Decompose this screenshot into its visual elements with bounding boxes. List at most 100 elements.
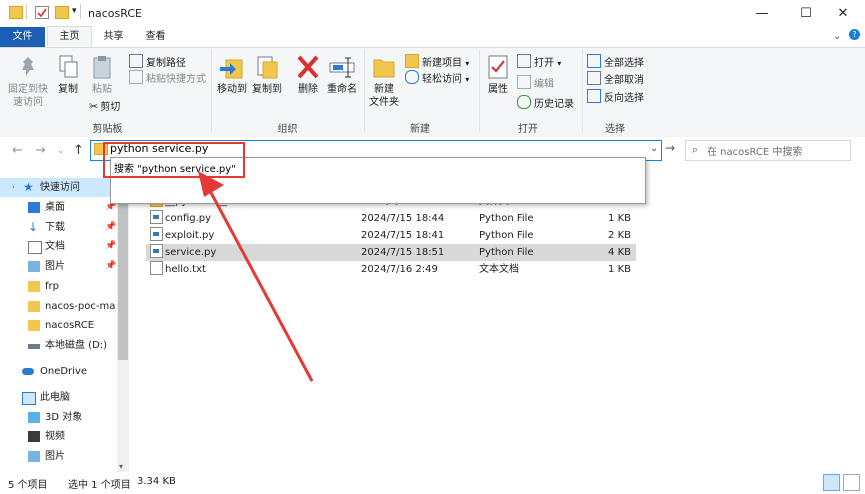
move-to-label: 移动到 [217, 84, 247, 95]
selection-size: 3.34 KB [137, 476, 176, 487]
easy-access-button[interactable]: 轻松访问 ▾ [405, 70, 469, 85]
document-icon [28, 241, 42, 254]
up-arrow-icon[interactable]: ↑ [73, 143, 84, 158]
rename-button[interactable]: 重命名 [325, 54, 359, 96]
back-arrow-icon[interactable]: ← [12, 143, 23, 158]
history-button[interactable]: 历史记录 [517, 95, 574, 110]
new-group-label: 新建 [410, 124, 430, 135]
delete-button[interactable]: 删除 [294, 54, 322, 96]
properties-button[interactable]: 属性 [484, 54, 512, 96]
select-all-icon [587, 54, 601, 68]
help-icon[interactable]: ? [849, 29, 860, 40]
python-file-icon [150, 210, 163, 224]
nav-item-label: 快速访问 [40, 182, 80, 193]
file-type: 文本文档 [479, 264, 519, 275]
nav-item-label: frp [45, 281, 59, 292]
nav-item-label: nacosRCE [45, 320, 95, 331]
invert-selection-button[interactable]: 反向选择 [587, 89, 644, 104]
search-icon: ⌕ [692, 143, 699, 156]
tab-home[interactable]: 主页 [47, 26, 92, 47]
details-view-icon[interactable] [823, 474, 840, 491]
open-button[interactable]: 打开 ▾ [517, 54, 561, 69]
pin-quick-access-button[interactable]: 固定到快 速访问 [6, 54, 50, 109]
organize-group-label: 组织 [277, 124, 298, 135]
folder-icon [9, 6, 23, 19]
history-icon [517, 95, 531, 109]
nav-item-nacosrce[interactable]: nacosRCE [0, 316, 116, 335]
nav-item-label: 此电脑 [40, 392, 70, 403]
cut-button[interactable]: ✂ 剪切 [89, 99, 120, 114]
minimize-button[interactable]: — [740, 0, 784, 27]
copy-path-button[interactable]: 复制路径 [129, 54, 186, 69]
forward-arrow-icon[interactable]: → [35, 143, 46, 158]
properties-quick-icon[interactable] [35, 6, 49, 19]
new-folder-quick-icon[interactable] [55, 6, 69, 19]
nav-item-onedrive[interactable]: OneDrive [0, 362, 116, 381]
expand-ribbon-icon[interactable]: ⌄ [833, 31, 841, 42]
paste-shortcut-button[interactable]: 粘贴快捷方式 [129, 70, 206, 85]
expander-icon[interactable]: › [12, 178, 15, 197]
file-size: 2 KB [608, 230, 631, 241]
file-size: 4 KB [608, 247, 631, 258]
nav-item-videos[interactable]: 视频 [0, 427, 116, 446]
folder-icon [28, 281, 40, 292]
tab-share[interactable]: 共享 [96, 27, 131, 47]
paste-button[interactable]: 粘贴 [88, 54, 116, 96]
search-input[interactable]: 在 nacosRCE 中搜索 [707, 143, 802, 158]
copy-to-button[interactable]: 复制到 [250, 54, 284, 96]
copy-path-label: 复制路径 [146, 58, 186, 69]
nav-item-3d-objects[interactable]: 3D 对象 [0, 408, 116, 427]
picture-icon [28, 261, 40, 272]
folder-icon [28, 301, 40, 312]
recent-locations-icon[interactable]: ⌄ [57, 146, 65, 156]
customize-qat-icon[interactable]: ▾ [72, 6, 77, 16]
new-item-button[interactable]: 新建项目 ▾ [405, 54, 469, 69]
nav-item-documents[interactable]: 文档 📌 [0, 237, 116, 256]
large-icons-view-icon[interactable] [843, 474, 860, 491]
nav-item-quick-access[interactable]: › ★ 快速访问 [0, 178, 116, 197]
select-all-button[interactable]: 全部选择 [587, 54, 644, 69]
cloud-icon [22, 368, 34, 375]
scroll-down-icon[interactable]: ▾ [119, 462, 123, 471]
nav-item-drive-d[interactable]: 本地磁盘 (D:) [0, 336, 116, 355]
nav-item-frp[interactable]: frp [0, 277, 116, 296]
nav-item-pictures[interactable]: 图片 📌 [0, 257, 116, 276]
nav-item-label: 文档 [45, 241, 65, 252]
title-bar: ▾ nacosRCE — ☐ ✕ [0, 0, 865, 27]
paste-label: 粘贴 [92, 84, 112, 95]
nav-item-nacos-poc[interactable]: nacos-poc-mai [0, 297, 116, 316]
invert-selection-icon [587, 89, 601, 103]
drive-icon [28, 344, 40, 349]
nav-item-label: 图片 [45, 261, 65, 272]
go-arrow-icon[interactable]: → [665, 141, 675, 155]
nav-item-label: 下载 [45, 222, 65, 233]
address-dropdown-icon[interactable]: ⌄ [650, 143, 658, 154]
nav-item-pictures-pc[interactable]: 图片 [0, 447, 116, 466]
close-button[interactable]: ✕ [821, 0, 865, 27]
pin-icon: 📌 [105, 222, 116, 232]
pin-label: 固定到快 速访问 [8, 84, 48, 108]
move-to-button[interactable]: 移动到 [215, 54, 249, 96]
item-count: 5 个项目 [8, 480, 48, 491]
copy-button[interactable]: 复制 [54, 54, 82, 96]
delete-icon [294, 54, 322, 80]
window-title: nacosRCE [88, 7, 142, 20]
tab-view[interactable]: 查看 [138, 27, 173, 47]
tab-file[interactable]: 文件 [0, 27, 45, 47]
selection-count: 选中 1 个项目 [68, 480, 131, 491]
nav-item-label: 桌面 [45, 202, 65, 213]
properties-icon [484, 54, 512, 80]
nav-item-this-pc[interactable]: 此电脑 [0, 388, 116, 407]
new-item-label: 新建项目 [422, 58, 462, 69]
nav-item-downloads[interactable]: ↓ 下载 📌 [0, 218, 116, 237]
clipboard-group-label: 剪贴板 [92, 124, 123, 135]
select-group-label: 选择 [605, 124, 625, 135]
new-folder-button[interactable]: 新建 文件夹 [367, 54, 401, 109]
select-all-label: 全部选择 [604, 58, 644, 69]
nav-pane-scroll-thumb[interactable] [118, 180, 128, 360]
nav-item-desktop[interactable]: 桌面 📌 [0, 198, 116, 217]
edit-button[interactable]: 编辑 [517, 75, 554, 90]
text-file-icon [150, 261, 163, 275]
select-none-button[interactable]: 全部取消 [587, 71, 644, 86]
group-separator [364, 50, 365, 132]
